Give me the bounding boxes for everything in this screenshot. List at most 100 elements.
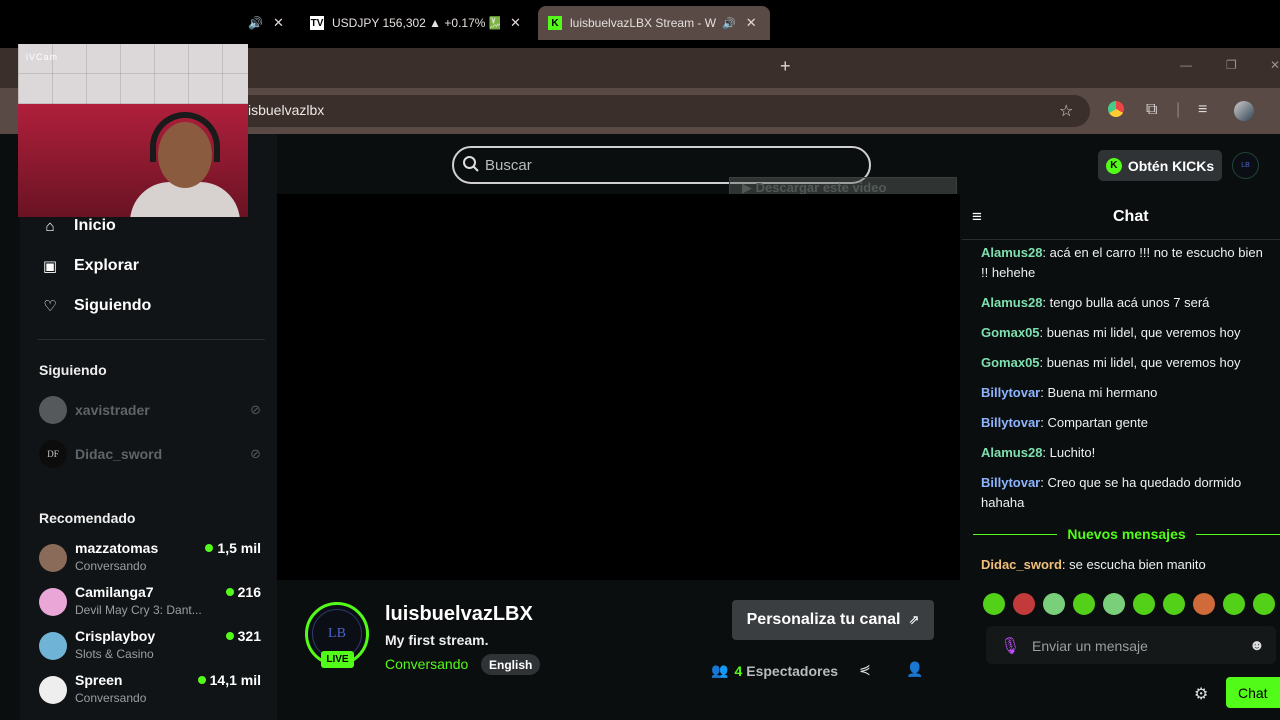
external-link-icon: ⇗ [908,612,920,627]
close-icon[interactable]: ✕ [746,15,757,31]
tab-title: luisbuelvazLBX Stream - Wa [570,16,716,30]
nav-label: Siguiendo [74,297,152,314]
media-icon[interactable]: ≡ [1198,101,1207,119]
nav-inicio[interactable]: ⌂ Inicio [40,217,115,235]
webcam-overlay: iVCam [18,44,248,217]
new-messages-label: Nuevos mensajes [1067,526,1186,542]
extension-color-icon[interactable] [1108,101,1124,122]
send-chat-button[interactable]: Chat [1226,677,1280,708]
channel-category: Conversando [75,691,147,705]
speaker-icon[interactable]: 🔊 [722,17,736,30]
close-icon[interactable]: ✕ [510,15,521,31]
recommended-item[interactable]: Camilanga7 Devil May Cry 3: Dant... 216 [39,584,261,620]
following-item[interactable]: xavistrader ⊘ [39,396,261,424]
chat-username[interactable]: Billytovar [981,415,1040,430]
tab-kick-stream[interactable]: K luisbuelvazLBX Stream - Wa 🔊 ✕ [538,6,770,40]
chat-input-placeholder: Enviar un mensaje [1032,638,1148,654]
recommended-item[interactable]: Spreen Conversando 14,1 mil [39,672,261,708]
share-icon[interactable]: ⋞ [859,661,871,678]
chat-header-divider [962,239,1280,240]
puzzle-icon[interactable]: ⧉ [1146,101,1157,119]
chat-message: Billytovar: Compartan gente [981,415,1148,430]
address-bar[interactable] [200,95,1090,127]
emote-icon[interactable] [1223,593,1245,615]
tab-usdjpy[interactable]: TV USDJPY 156,302 ▲ +0.17% 💹 ✕ [300,6,532,40]
emote-bar [983,593,1275,615]
tab-audio-edge[interactable]: 🔊 ✕ [248,6,284,40]
stream-title: My first stream. [385,632,489,648]
nav-siguiendo[interactable]: ♡ Siguiendo [40,297,151,315]
avatar [39,396,67,424]
emote-icon[interactable] [1073,593,1095,615]
chat-username[interactable]: Gomax05 [981,325,1040,340]
viewer-number: 4 [734,662,743,679]
avatar [39,544,67,572]
chat-text: buenas mi lidel, que veremos hoy [1046,355,1241,370]
offline-icon: ⊘ [250,446,261,461]
language-tag[interactable]: English [481,654,541,675]
channel-name[interactable]: luisbuelvazLBX [385,603,533,626]
live-dot-icon [225,632,234,640]
emote-icon[interactable] [1013,593,1035,615]
channel-category: Slots & Casino [75,647,154,661]
speaker-icon[interactable]: 🔊 [248,16,263,30]
recommended-item[interactable]: Crisplayboy Slots & Casino 321 [39,628,261,664]
collapse-chat-icon[interactable]: ≡ [972,207,982,227]
chat-text: buenas mi lidel, que veremos hoy [1046,325,1241,340]
live-dot-icon [225,588,234,596]
chat-text: tengo bulla acá unos 7 será [1049,295,1210,310]
follow-user-icon[interactable]: 👤 [906,661,923,678]
recommended-item[interactable]: mazzatomas Conversando 1,5 mil [39,540,261,576]
new-tab-button[interactable]: + [780,56,791,77]
nav-explorar[interactable]: ▣ Explorar [40,257,139,275]
emote-icon[interactable] [1253,593,1275,615]
avatar: DF [39,440,67,468]
close-window-icon[interactable]: ✕ [1270,58,1280,72]
emote-icon[interactable] [1133,593,1155,615]
chat-username[interactable]: Didac_sword [981,557,1062,572]
emoji-icon[interactable]: ☻ [1249,637,1265,654]
chat-text: Buena mi hermano [1047,385,1158,400]
chat-message: Alamus28: acá en el carro !!! no te escu… [981,245,1263,280]
browse-icon: ▣ [42,258,58,275]
emote-icon[interactable] [1193,593,1215,615]
video-player[interactable] [277,194,960,580]
chat-text: Luchito! [1049,445,1096,460]
gear-icon[interactable]: ⚙ [1194,684,1208,704]
recommended-title: Recomendado [39,510,136,526]
channel-category: Conversando [75,559,147,573]
chat-username[interactable]: Billytovar [981,385,1040,400]
chat-message: Billytovar: Creo que se ha quedado dormi… [981,475,1242,510]
restore-icon[interactable]: ❐ [1226,58,1237,72]
user-avatar[interactable]: LB [1232,152,1259,179]
chat-username[interactable]: Alamus28 [981,445,1042,460]
viewer-count: 321 [225,628,261,644]
offline-icon: ⊘ [250,402,261,417]
profile-icon[interactable] [1234,101,1254,126]
emote-icon[interactable] [1103,593,1125,615]
customize-channel-button[interactable]: Personaliza tu canal ⇗ [732,600,934,640]
chat-username[interactable]: Alamus28 [981,245,1042,260]
stream-category[interactable]: Conversando [385,656,468,672]
chat-message: Alamus28: Luchito! [981,445,1096,460]
chat-username[interactable]: Gomax05 [981,355,1040,370]
get-kicks-label: Obtén KICKs [1127,157,1215,174]
chat-username[interactable]: Billytovar [981,475,1040,490]
avatar [39,676,67,704]
customize-label: Personaliza tu canal [746,611,901,628]
minimize-icon[interactable]: — [1180,58,1192,72]
mic-icon[interactable]: 🎙 [1000,636,1020,656]
separator: | [1176,101,1181,118]
live-badge: LIVE [321,651,354,668]
get-kicks-button[interactable]: K Obtén KICKs [1098,150,1222,181]
address-text[interactable]: isbuelvazlbx [248,102,324,118]
chat-username[interactable]: Alamus28 [981,295,1042,310]
sidebar-divider [38,339,265,340]
live-dot-icon [197,676,206,684]
following-item[interactable]: DF Didac_sword ⊘ [39,440,261,468]
emote-icon[interactable] [1043,593,1065,615]
star-icon[interactable]: ☆ [1059,101,1073,121]
emote-icon[interactable] [1163,593,1185,615]
emote-icon[interactable] [983,593,1005,615]
close-icon[interactable]: ✕ [273,15,284,31]
